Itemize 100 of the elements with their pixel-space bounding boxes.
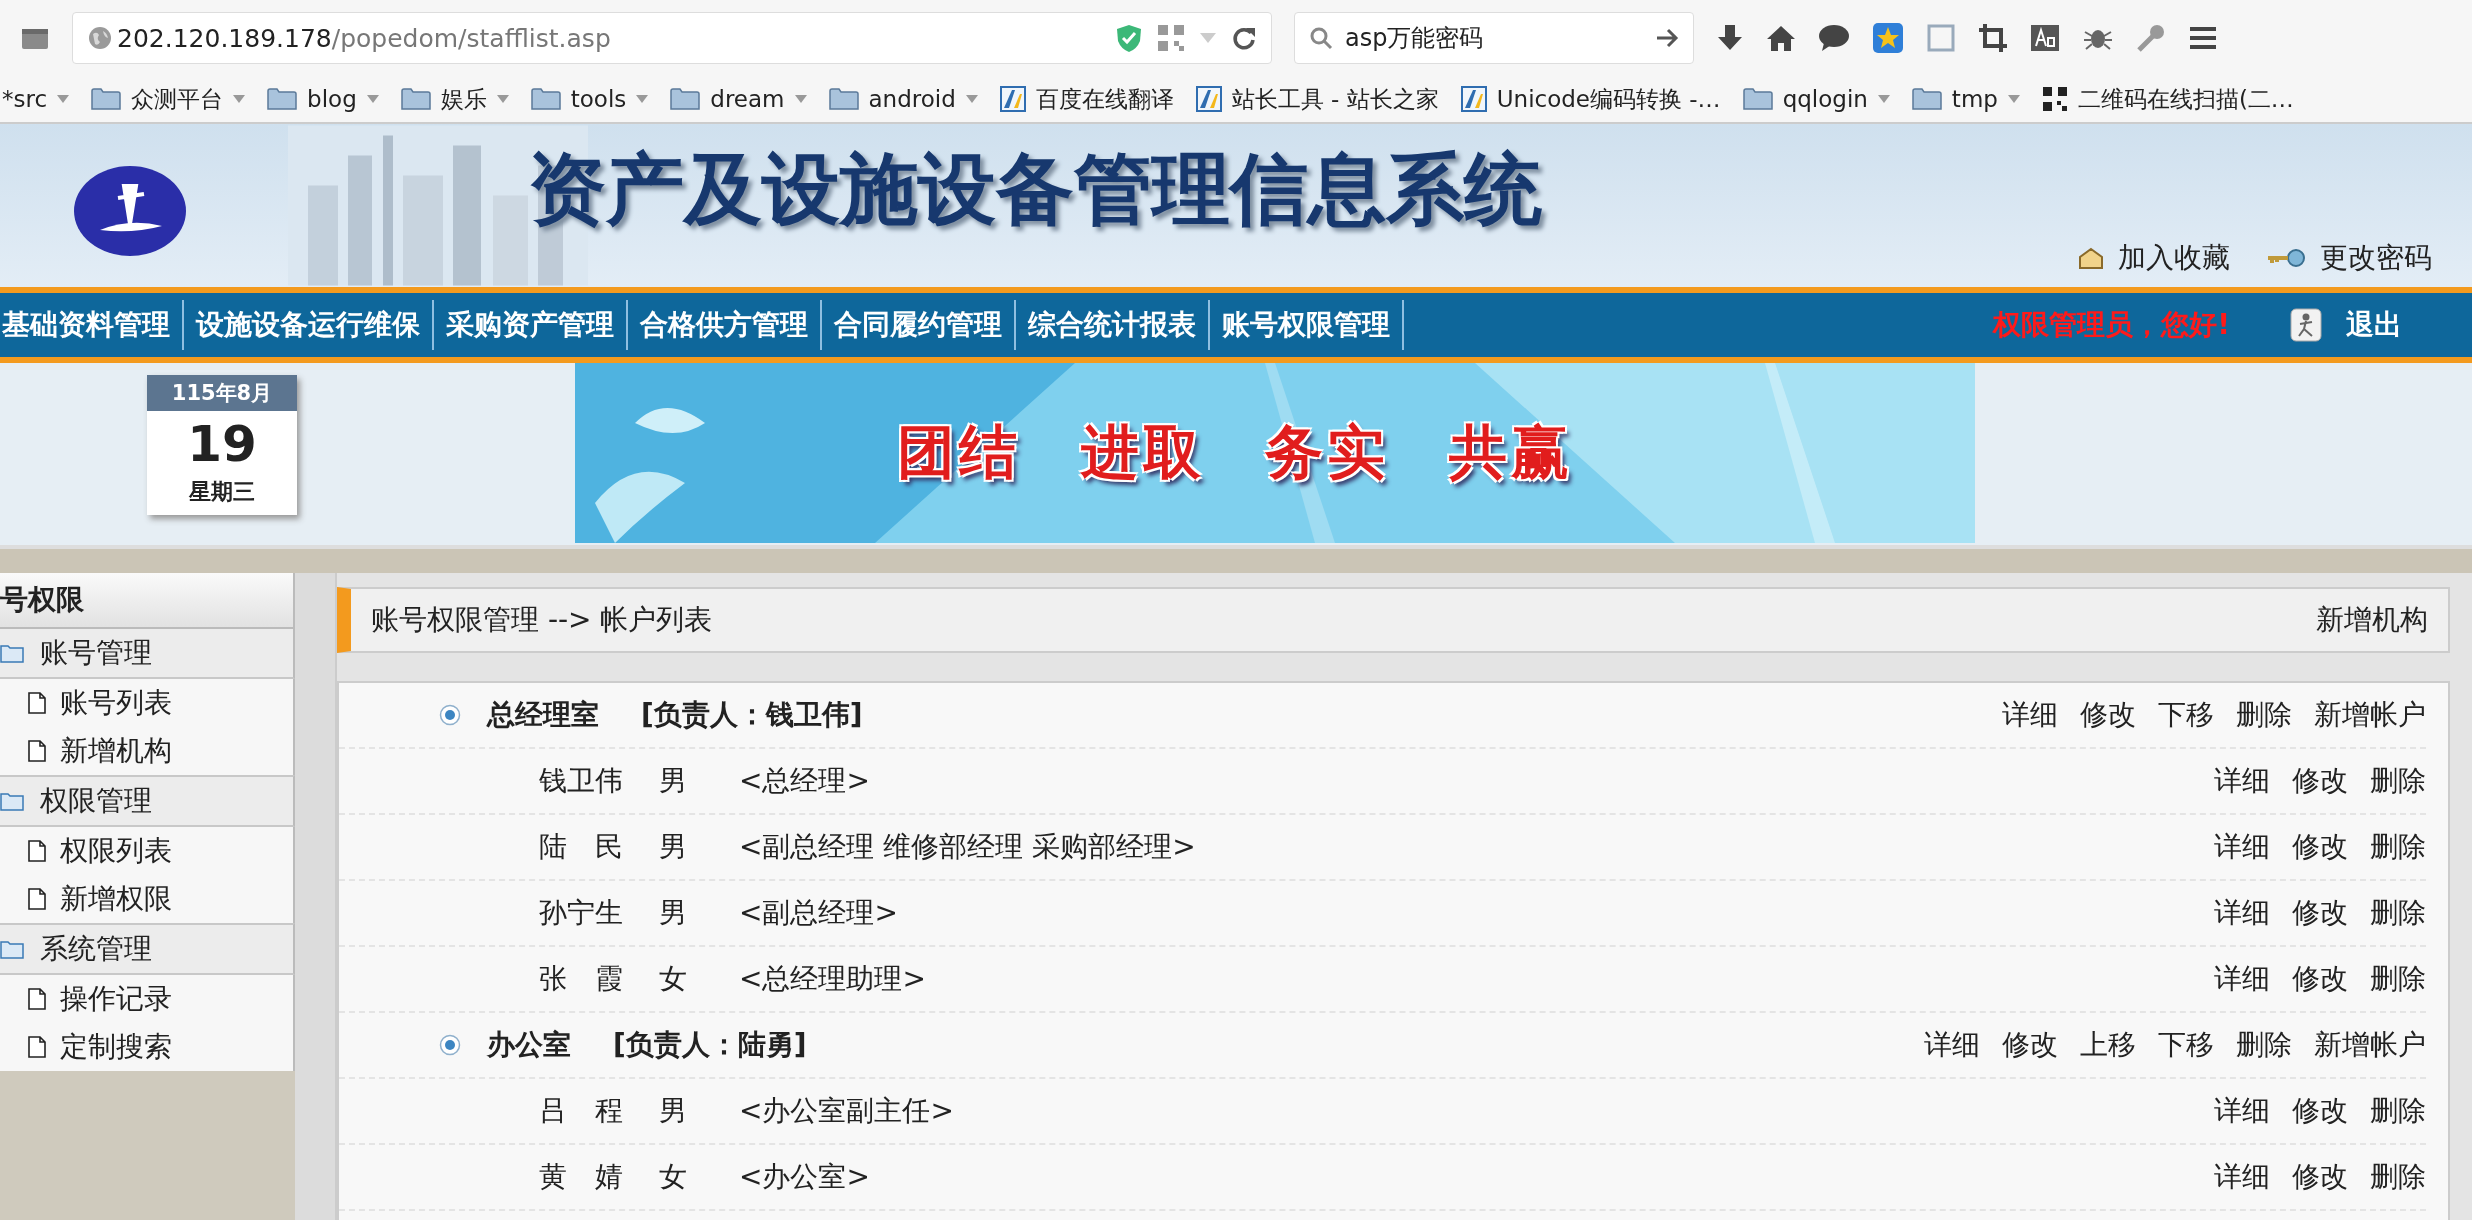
- header-link[interactable]: 加入收藏: [2078, 239, 2230, 277]
- site-icon: [1460, 86, 1487, 112]
- action-link[interactable]: 新增帐户: [2314, 696, 2426, 734]
- bookmark-item[interactable]: android: [828, 86, 978, 112]
- action-link[interactable]: 删除: [2370, 1158, 2426, 1196]
- action-link[interactable]: 删除: [2370, 894, 2426, 932]
- sidebar-group[interactable]: 系统管理: [0, 923, 295, 975]
- caret-icon: [965, 95, 978, 103]
- action-link[interactable]: 删除: [2370, 828, 2426, 866]
- bookmark-item[interactable]: 百度在线翻译: [999, 83, 1174, 115]
- folder-icon: [1911, 87, 1942, 111]
- bookmark-item[interactable]: tools: [530, 86, 649, 112]
- document-icon: [28, 988, 46, 1010]
- sidebar-item[interactable]: 新增机构: [0, 727, 295, 775]
- nav-item[interactable]: 合同履约管理: [832, 300, 1016, 350]
- action-link[interactable]: 详细: [1924, 1026, 1980, 1064]
- sidebar-item[interactable]: 账号列表: [0, 679, 295, 727]
- action-link[interactable]: 修改: [2292, 1158, 2348, 1196]
- action-link[interactable]: 修改: [2002, 1026, 2058, 1064]
- folder-icon: [1742, 87, 1773, 111]
- action-link[interactable]: 修改: [2292, 1092, 2348, 1130]
- action-link[interactable]: 删除: [2370, 762, 2426, 800]
- caret-icon: [57, 95, 70, 103]
- action-link[interactable]: 上移: [2080, 1026, 2136, 1064]
- sidebar-group[interactable]: 权限管理: [0, 775, 295, 827]
- bookmark-item[interactable]: 二维码在线扫描(二…: [2041, 83, 2294, 115]
- caret-icon: [1877, 95, 1890, 103]
- bookmark-item[interactable]: dream: [670, 86, 807, 112]
- caret-icon: [2007, 95, 2020, 103]
- bookmark-item[interactable]: 娱乐: [400, 83, 509, 115]
- action-link[interactable]: 删除: [2236, 696, 2292, 734]
- action-link[interactable]: 详细: [2214, 1158, 2270, 1196]
- action-link[interactable]: 修改: [2292, 960, 2348, 998]
- arrow-right-icon[interactable]: [1655, 27, 1679, 49]
- nav-item[interactable]: 账号权限管理: [1220, 300, 1404, 350]
- add-org-link[interactable]: 新增机构: [2316, 601, 2428, 639]
- nav-item[interactable]: 合格供方管理: [638, 300, 822, 350]
- action-link[interactable]: 新增帐户: [2314, 1026, 2426, 1064]
- site-icon: [999, 86, 1026, 112]
- action-link[interactable]: 修改: [2292, 894, 2348, 932]
- staff-title: <副总经理>: [739, 895, 898, 931]
- chat-icon[interactable]: [1818, 24, 1850, 52]
- staff-title: <总经理助理>: [739, 961, 926, 997]
- radio-icon: [439, 704, 461, 726]
- sidebar-item[interactable]: 权限列表: [0, 827, 295, 875]
- sidebar-group[interactable]: 账号管理: [0, 629, 295, 679]
- action-link[interactable]: 下移: [2158, 696, 2214, 734]
- nav-item[interactable]: 基础资料管理: [0, 300, 184, 350]
- action-link[interactable]: 修改: [2080, 696, 2136, 734]
- greeting: 权限管理员，您好!: [1993, 307, 2230, 343]
- bookmark-item[interactable]: tmp: [1911, 86, 2020, 112]
- crop-icon[interactable]: [1978, 23, 2008, 53]
- reader-icon[interactable]: [2030, 24, 2060, 52]
- bookmark-item[interactable]: blog: [267, 86, 379, 112]
- nav-item[interactable]: 设施设备运行维保: [194, 300, 434, 350]
- action-link[interactable]: 删除: [2370, 1092, 2426, 1130]
- staff-name: 张 霞: [539, 961, 624, 997]
- star-badge-icon[interactable]: [1872, 22, 1904, 54]
- sidebar-item[interactable]: 定制搜索: [0, 1023, 295, 1071]
- system-title: 资产及设施设备管理信息系统: [528, 142, 1542, 236]
- sidebar-item[interactable]: 新增权限: [0, 875, 295, 923]
- action-link[interactable]: 下移: [2158, 1026, 2214, 1064]
- date-day: 19: [187, 411, 257, 477]
- action-link[interactable]: 详细: [2214, 828, 2270, 866]
- logout-link[interactable]: 退出: [2290, 306, 2402, 344]
- action-link[interactable]: 详细: [2214, 762, 2270, 800]
- nav-item[interactable]: 采购资产管理: [444, 300, 628, 350]
- folder-icon: [670, 87, 701, 111]
- bookmark-item[interactable]: Unicode编码转换 -…: [1460, 83, 1721, 115]
- header-link[interactable]: 更改密码: [2266, 239, 2432, 277]
- bookmark-item[interactable]: 站长工具 - 站长之家: [1195, 83, 1439, 115]
- reload-icon[interactable]: [1231, 25, 1257, 51]
- address-field[interactable]: 202.120.189.178/popedom/stafflist.asp: [72, 12, 1272, 64]
- action-link[interactable]: 详细: [2002, 696, 2058, 734]
- staff-name: 陆 民: [539, 829, 624, 865]
- logo-icon: [72, 164, 188, 258]
- search-field[interactable]: asp万能密码: [1294, 12, 1694, 64]
- qr-code-icon[interactable]: [1157, 24, 1185, 52]
- sidebar-title: 号权限: [0, 573, 295, 629]
- bookmark-item[interactable]: qqlogin: [1742, 86, 1890, 112]
- home-icon[interactable]: [1766, 24, 1796, 52]
- department-name: 总经理室: [487, 697, 599, 733]
- action-link[interactable]: 删除: [2370, 960, 2426, 998]
- sidebar-item[interactable]: 操作记录: [0, 975, 295, 1023]
- bookmark-item[interactable]: *src: [2, 86, 70, 112]
- action-link[interactable]: 修改: [2292, 828, 2348, 866]
- action-link[interactable]: 删除: [2236, 1026, 2292, 1064]
- bookmark-item[interactable]: 众测平台: [91, 83, 246, 115]
- action-link[interactable]: 详细: [2214, 1092, 2270, 1130]
- date-weekday: 星期三: [189, 478, 255, 506]
- nav-item[interactable]: 综合统计报表: [1026, 300, 1210, 350]
- menu-icon[interactable]: [2188, 25, 2218, 51]
- action-link[interactable]: 详细: [2214, 960, 2270, 998]
- action-link[interactable]: 修改: [2292, 762, 2348, 800]
- radio-icon: [439, 1034, 461, 1056]
- staff-name: 孙宁生: [539, 895, 624, 931]
- action-link[interactable]: 详细: [2214, 894, 2270, 932]
- staff-name: 钱卫伟: [539, 763, 624, 799]
- staff-gender: 男: [659, 763, 688, 799]
- folder-icon: [400, 87, 431, 111]
